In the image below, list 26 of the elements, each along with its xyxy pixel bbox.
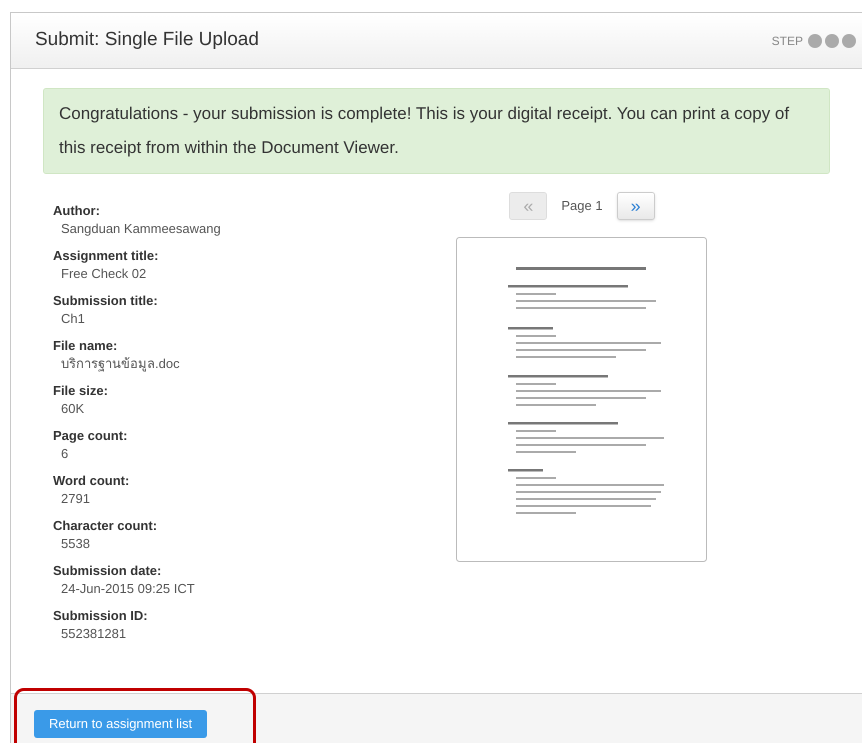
- field-label: Word count:: [53, 472, 130, 490]
- field-value: Free Check 02: [60, 265, 148, 282]
- field-label: Assignment title:: [53, 247, 160, 265]
- field-value: 5538: [60, 535, 91, 552]
- field-value: 2791: [60, 490, 91, 507]
- success-alert: Congratulations - your submission is complete! This is your digital receipt. You can print a copy of this receipt from within the Document Viewer.: [43, 88, 830, 174]
- field-label: Submission title:: [53, 292, 159, 310]
- step-label: STEP: [772, 32, 803, 50]
- field-value: Sangduan Kammeesawang: [60, 220, 222, 237]
- field-value: บริการฐานข้อมูล.doc: [60, 355, 181, 372]
- field-label: File size:: [53, 382, 109, 400]
- field-label: Submission date:: [53, 562, 162, 580]
- field-value: Ch1: [60, 310, 86, 327]
- page-title: Submit: Single File Upload: [35, 28, 259, 52]
- field-label: Page count:: [53, 427, 128, 445]
- next-page-button[interactable]: »: [616, 192, 655, 220]
- field-label: Submission ID:: [53, 607, 149, 625]
- field-label: Character count:: [53, 517, 158, 535]
- field-value: 6: [60, 445, 70, 462]
- field-value: 60K: [60, 400, 86, 417]
- field-value: 24-Jun-2015 09:25 ICT: [60, 580, 196, 597]
- field-value: 552381281: [60, 625, 128, 642]
- field-label: File name:: [53, 337, 118, 355]
- page-label: Page 1: [561, 197, 603, 216]
- field-label: Author:: [53, 202, 101, 220]
- return-button[interactable]: Return to assignment list: [34, 710, 208, 738]
